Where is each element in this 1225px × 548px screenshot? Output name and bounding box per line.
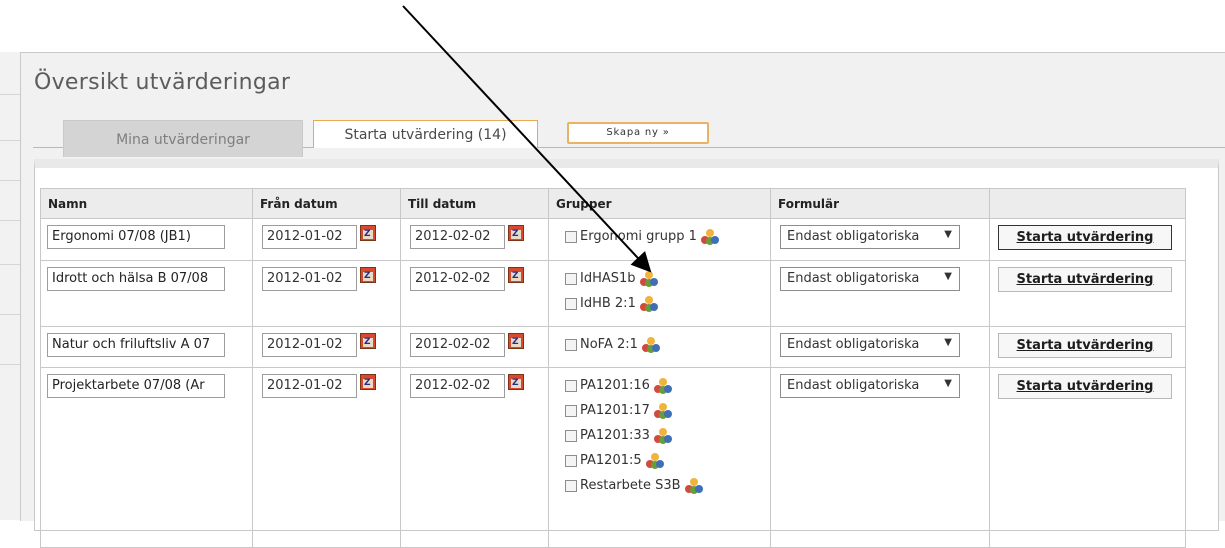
annotation-arrow <box>402 5 652 273</box>
